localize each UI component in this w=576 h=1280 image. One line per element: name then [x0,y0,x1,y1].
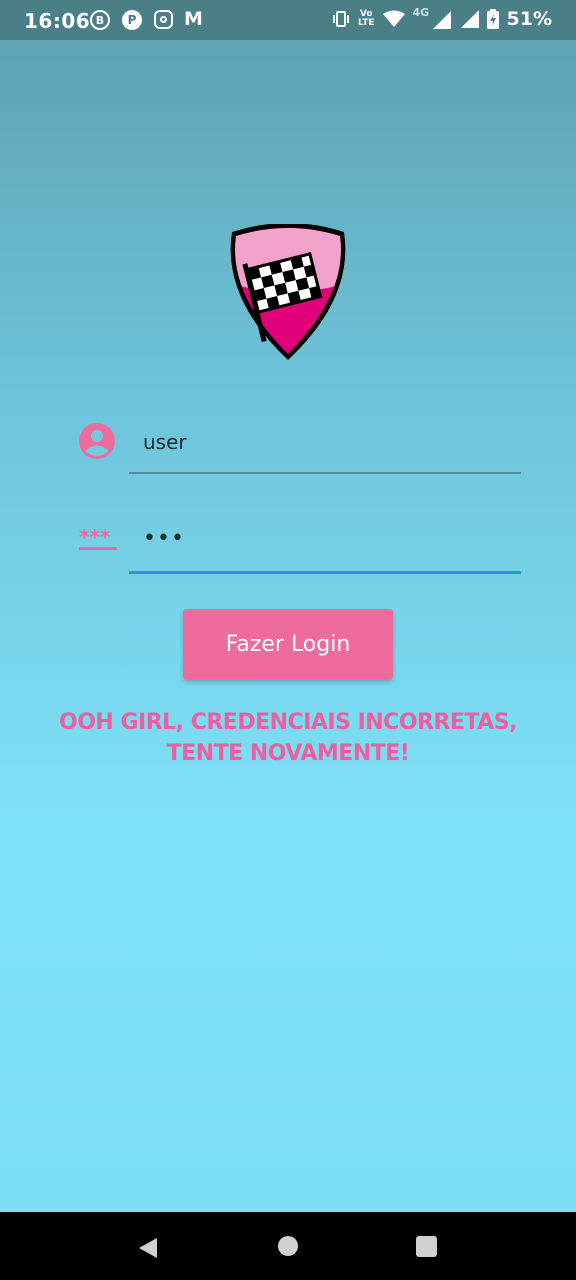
status-bar: 16:06 B P M Vo LTE 4G 51% [0,0,576,40]
password-icon: *** [79,527,117,550]
notification-b-icon: B [90,10,110,30]
battery-icon [486,9,499,29]
network-type-label: 4G [412,6,430,19]
status-right-icons: Vo LTE 4G 51% [332,6,552,30]
username-input[interactable] [129,424,521,460]
signal-icon [460,10,479,28]
username-field[interactable] [129,424,521,474]
svg-text:***: *** [79,527,111,549]
password-input[interactable] [129,519,521,557]
signal-4g-icon: 4G [412,6,453,29]
wifi-icon [382,10,405,27]
gmail-icon: M [184,8,203,30]
vibrate-icon [332,11,349,27]
instagram-icon [154,10,173,29]
volte-icon: Vo LTE [358,10,375,28]
notification-p-icon: P [122,10,142,30]
login-button[interactable]: Fazer Login [183,609,393,679]
volte-bottom-label: LTE [357,18,375,28]
status-time: 16:06 [24,9,91,33]
error-line-2: TENTE NOVAMENTE! [166,741,410,766]
checkered-flag-shield-icon [230,224,346,360]
battery-percent: 51% [506,8,552,30]
user-icon [79,423,115,459]
back-icon[interactable] [137,1236,159,1260]
error-line-1: OOH GIRL, CREDENCIAIS INCORRETAS, [59,710,517,735]
error-message: OOH GIRL, CREDENCIAIS INCORRETAS, TENTE … [40,707,536,769]
recents-icon[interactable] [416,1236,437,1257]
password-field[interactable] [129,519,521,574]
home-icon[interactable] [278,1236,298,1256]
